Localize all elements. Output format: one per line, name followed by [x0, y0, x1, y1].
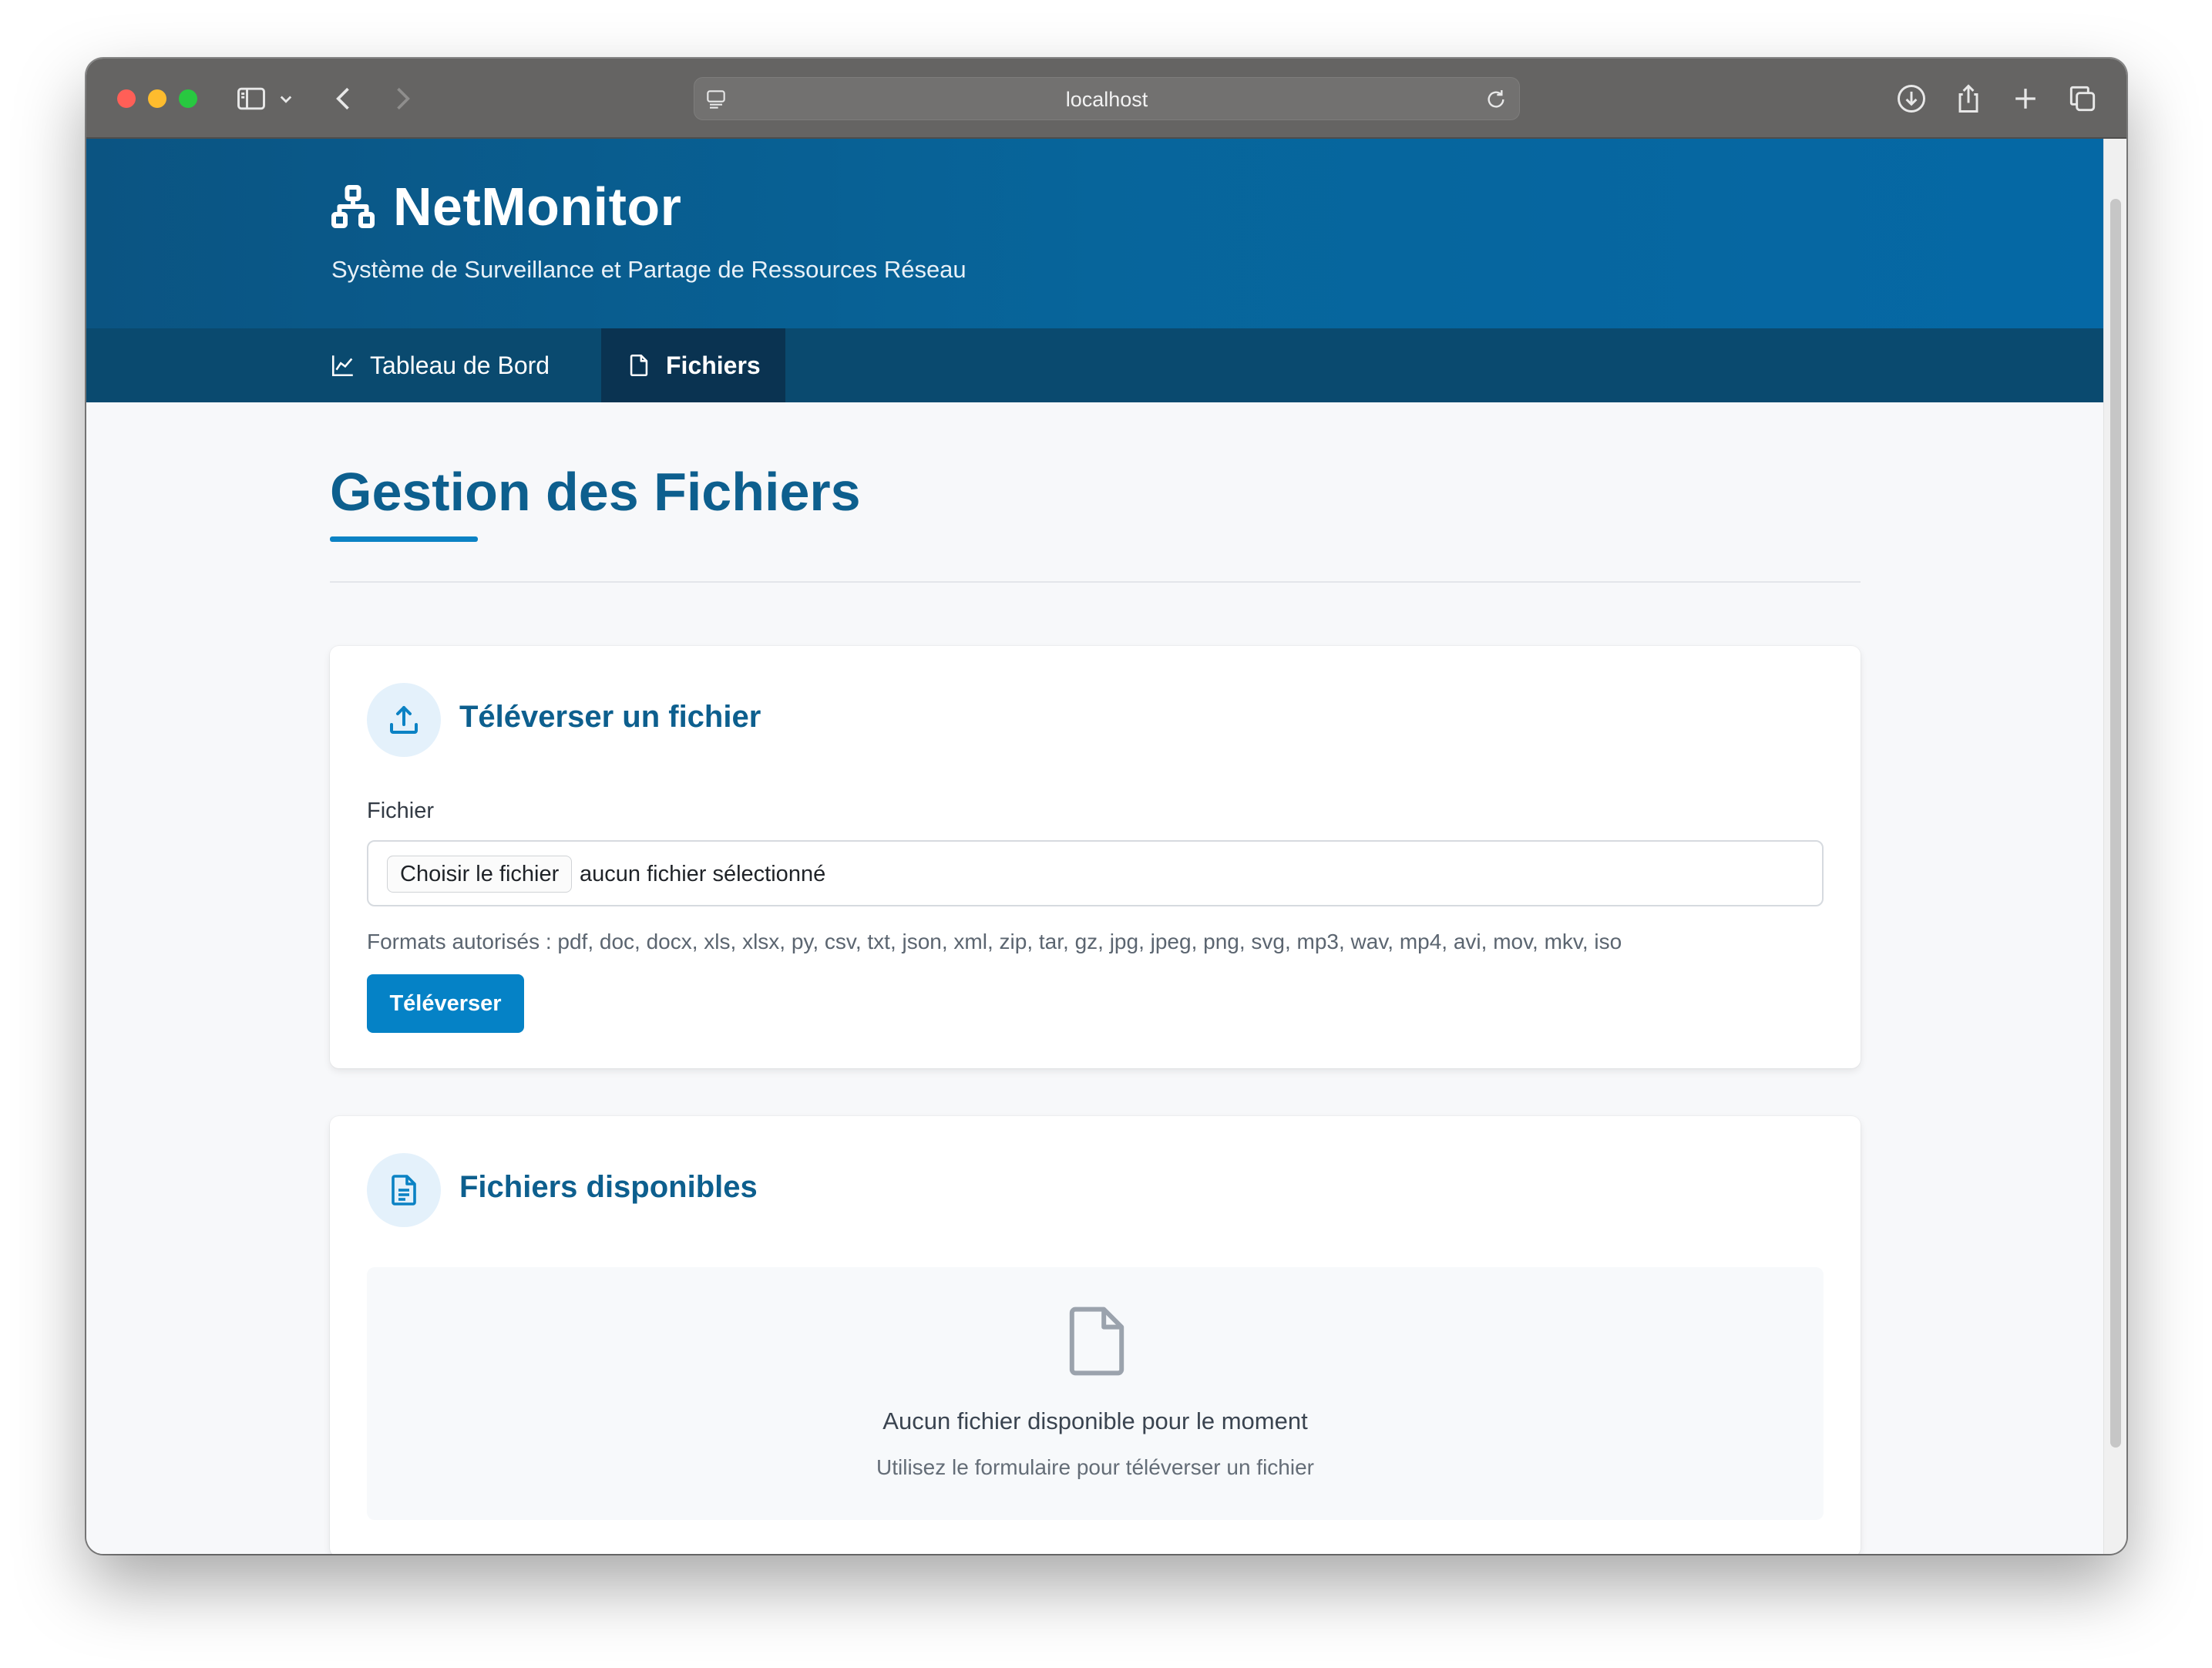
- upload-card-title: Téléverser un fichier: [459, 700, 761, 734]
- url-text: localhost: [1065, 88, 1148, 111]
- nav-item-dashboard[interactable]: Tableau de Bord: [305, 328, 574, 402]
- upload-icon: [390, 706, 418, 734]
- app-subtitle: Système de Surveillance et Partage de Re…: [331, 256, 966, 283]
- network-icon: [331, 185, 375, 228]
- chevron-down-icon[interactable]: [274, 82, 298, 116]
- scrollbar-thumb[interactable]: [2110, 199, 2121, 1448]
- app-title: NetMonitor: [393, 177, 682, 237]
- back-arrow-icon[interactable]: [327, 82, 361, 116]
- browser-toolbar: localhost: [86, 59, 2126, 139]
- file-status-text: aucun fichier sélectionné: [580, 862, 826, 886]
- empty-state-subtitle: Utilisez le formulaire pour téléverser u…: [876, 1455, 1314, 1479]
- brand[interactable]: NetMonitor: [330, 176, 681, 237]
- address-bar[interactable]: localhost: [694, 77, 1520, 120]
- upload-submit-button[interactable]: Téléverser: [367, 974, 524, 1033]
- files-card-title: Fichiers disponibles: [459, 1170, 758, 1204]
- choose-file-button[interactable]: Choisir le fichier: [387, 856, 573, 893]
- main-nav: Tableau de Bord Fichiers: [86, 328, 2103, 402]
- close-window-button[interactable]: [117, 89, 136, 108]
- nav-item-files[interactable]: Fichiers: [601, 328, 785, 402]
- file-field-label: Fichier: [367, 799, 435, 823]
- nav-item-label: Fichiers: [666, 351, 761, 379]
- download-icon[interactable]: [1894, 82, 1928, 116]
- minimize-window-button[interactable]: [148, 89, 166, 108]
- reload-icon[interactable]: [1484, 87, 1508, 112]
- upload-card: Téléverser un fichier Fichier Choisir le…: [330, 646, 1861, 1068]
- page-title: Gestion des Fichiers: [330, 462, 861, 522]
- share-icon[interactable]: [1951, 82, 1985, 116]
- empty-state: Aucun fichier disponible pour le moment …: [367, 1267, 1824, 1520]
- file-text-icon: [392, 1175, 416, 1206]
- tab-overview-icon[interactable]: [2066, 82, 2099, 116]
- browser-window: localhost NetMonitor Système de Surveill…: [86, 59, 2126, 1554]
- forward-arrow-icon[interactable]: [385, 82, 419, 116]
- nav-item-label: Tableau de Bord: [370, 351, 550, 379]
- new-tab-icon[interactable]: [2009, 82, 2042, 116]
- upload-icon-badge: [367, 683, 441, 757]
- app-header: NetMonitor Système de Surveillance et Pa…: [86, 139, 2103, 328]
- section-divider: [330, 581, 1861, 583]
- empty-state-title: Aucun fichier disponible pour le moment: [882, 1407, 1308, 1434]
- files-card: Fichiers disponibles Aucun fichier dispo…: [330, 1116, 1861, 1554]
- sidebar-toggle-icon[interactable]: [234, 82, 268, 116]
- empty-file-icon: [1069, 1306, 1124, 1376]
- page-scrollbar[interactable]: [2103, 139, 2126, 1554]
- title-underline: [330, 536, 478, 542]
- page-content: NetMonitor Système de Surveillance et Pa…: [86, 139, 2103, 1554]
- chart-line-icon: [331, 355, 353, 377]
- files-icon-badge: [367, 1153, 441, 1227]
- allowed-formats-hint: Formats autorisés : pdf, doc, docx, xls,…: [367, 930, 1622, 953]
- file-input[interactable]: Choisir le fichier aucun fichier sélecti…: [367, 840, 1824, 906]
- file-icon: [630, 354, 648, 377]
- zoom-window-button[interactable]: [179, 89, 197, 108]
